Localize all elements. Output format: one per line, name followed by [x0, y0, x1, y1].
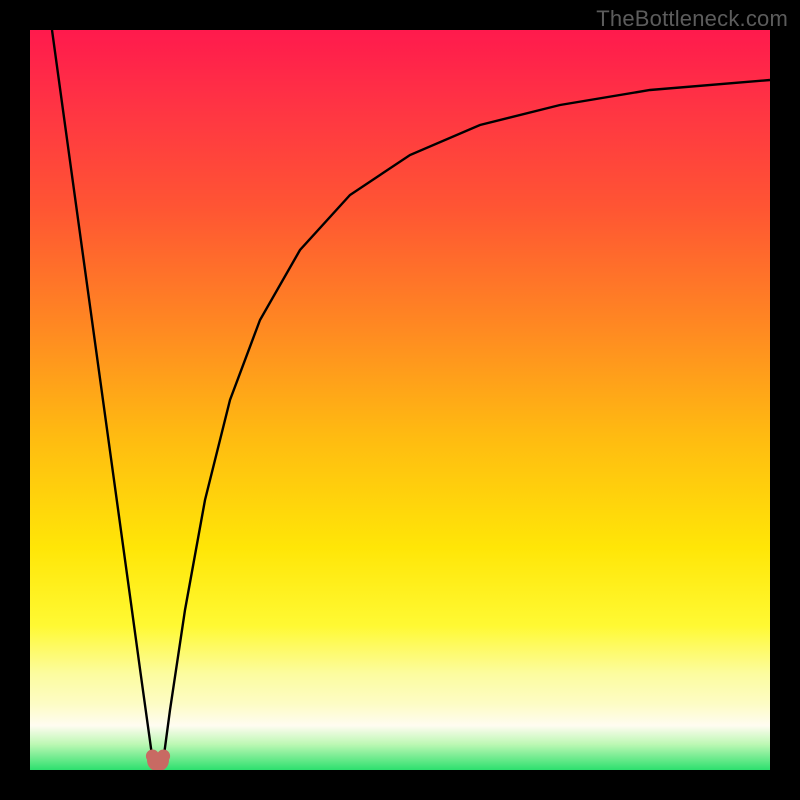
attribution-label: TheBottleneck.com: [596, 6, 788, 32]
gradient-plot-area: [30, 30, 770, 770]
chart-container: TheBottleneck.com: [0, 0, 800, 800]
